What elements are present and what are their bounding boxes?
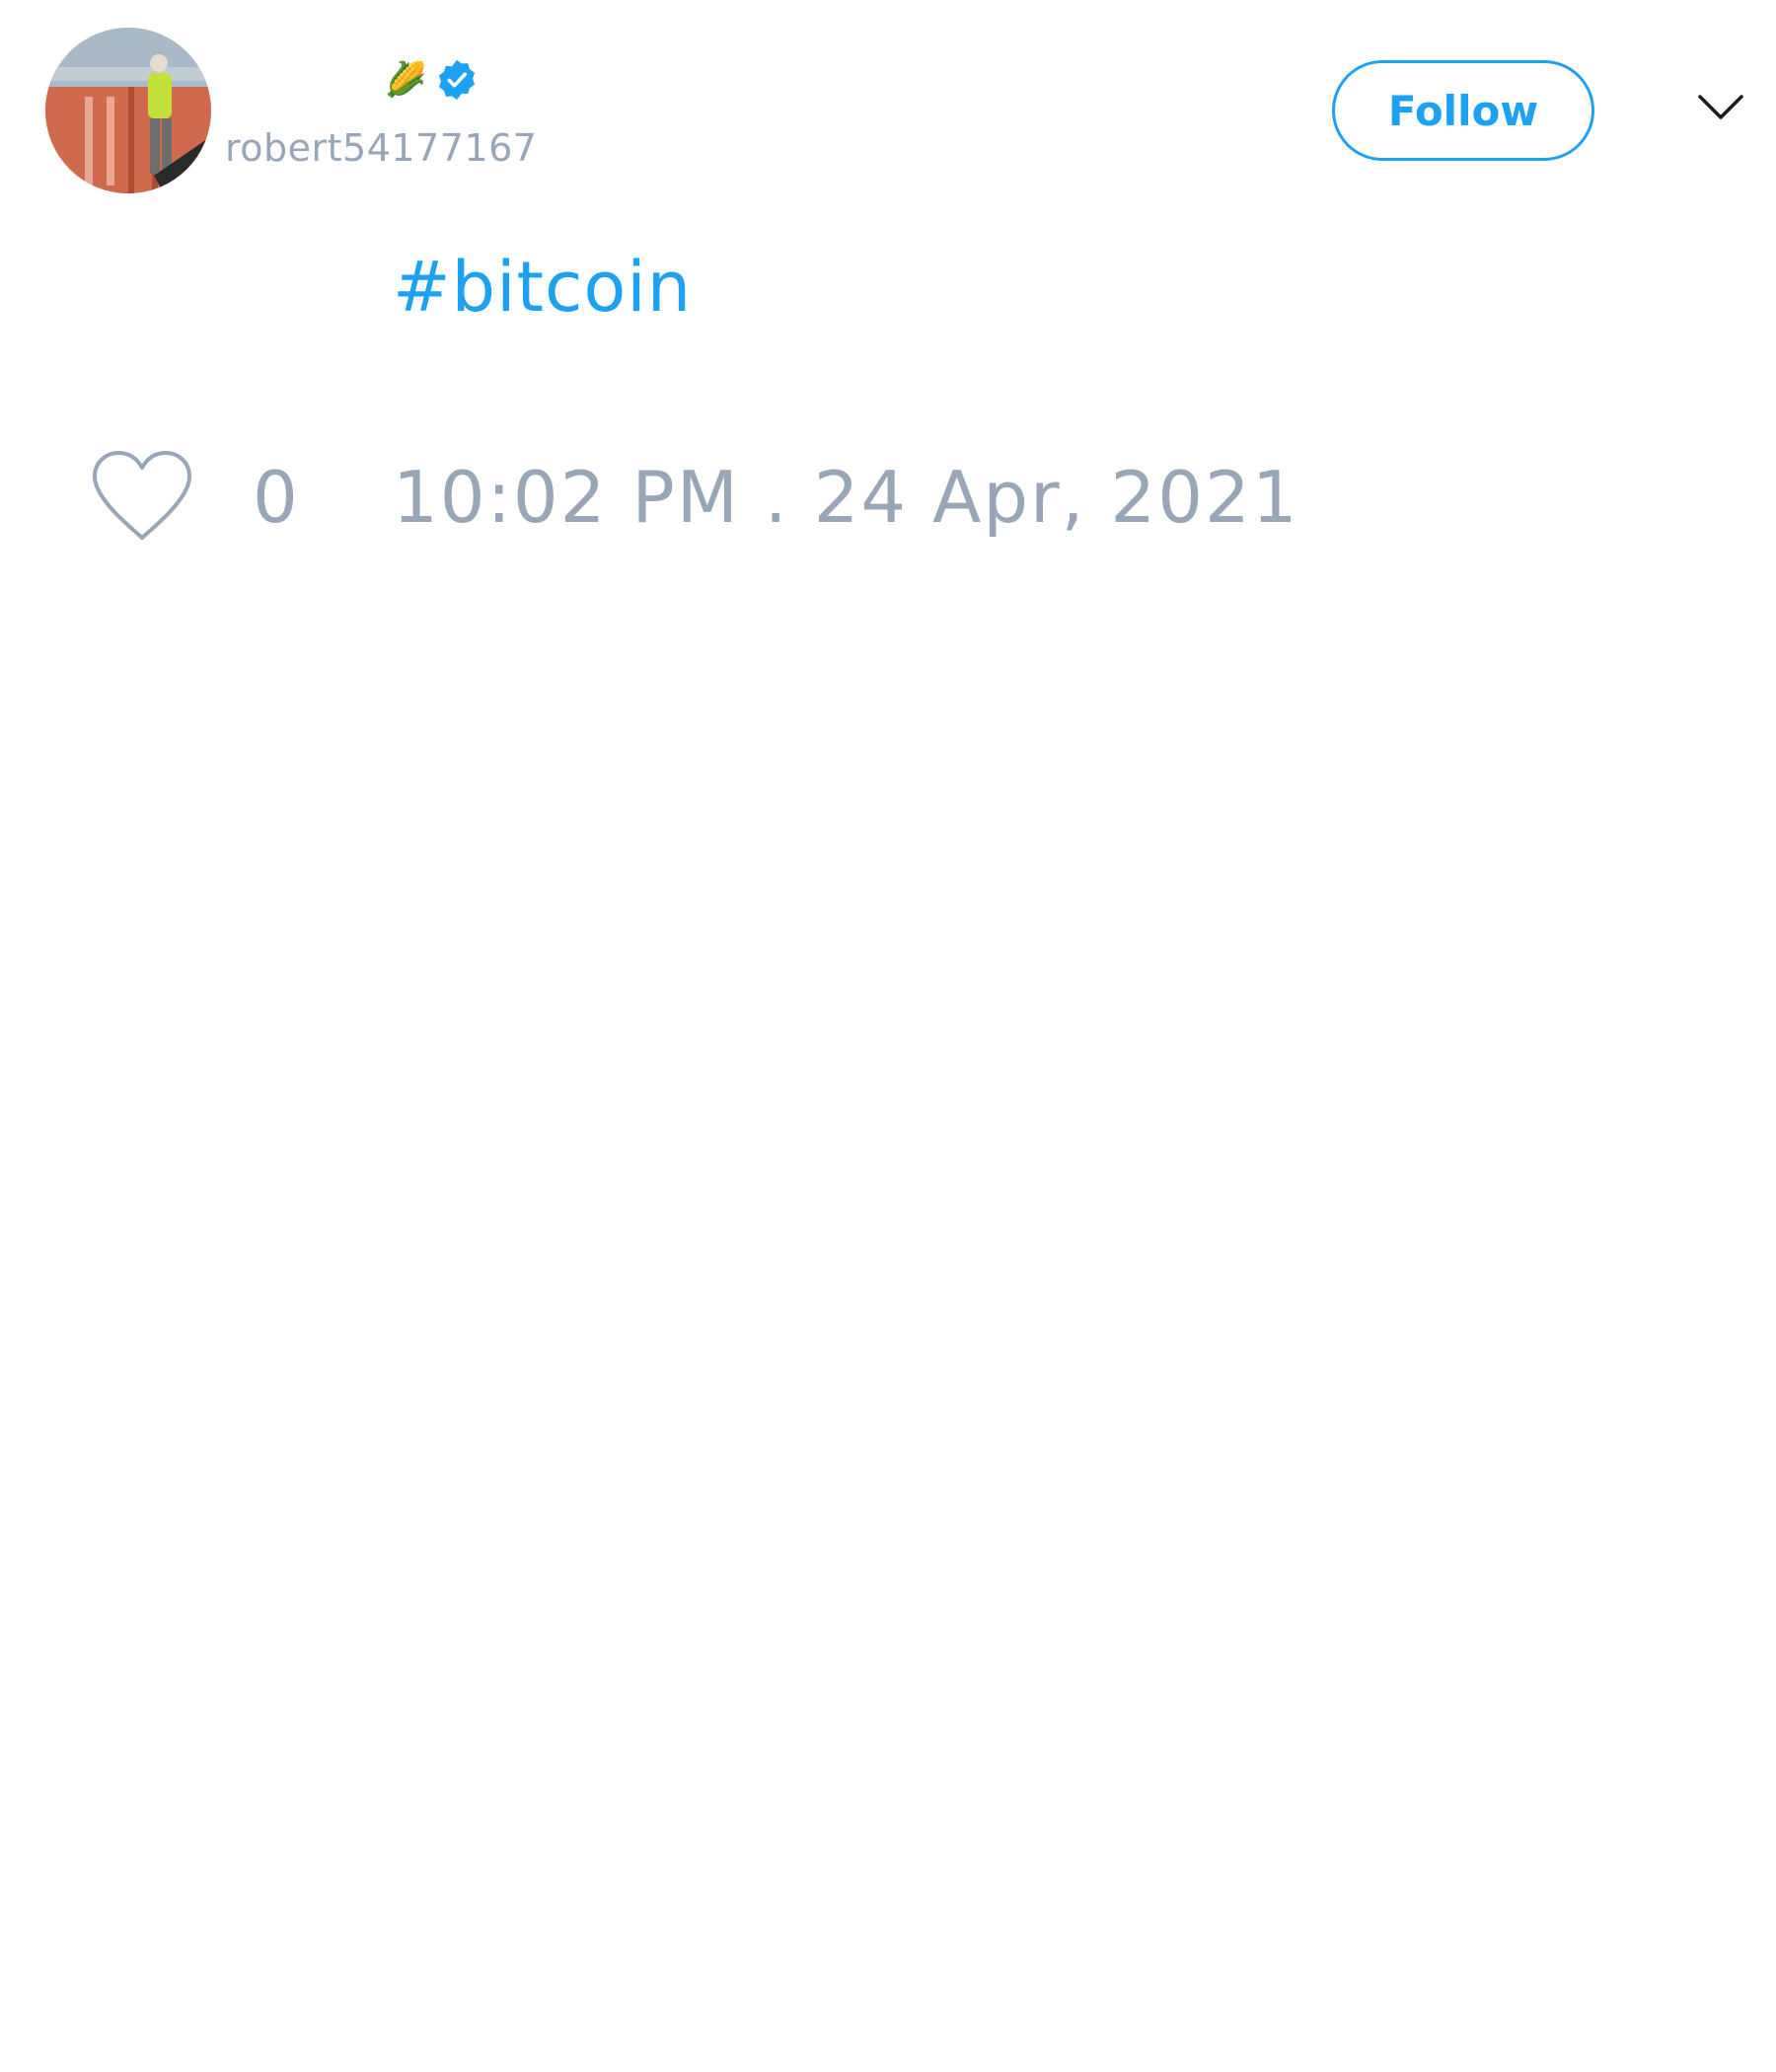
- tweet-timestamp[interactable]: 10:02 PM . 24 Apr, 2021: [393, 456, 1299, 539]
- user-handle[interactable]: robert54177167: [225, 126, 537, 170]
- display-name-row: 🌽: [385, 55, 480, 105]
- like-count: 0: [253, 456, 298, 539]
- hashtag-link[interactable]: #bitcoin: [393, 247, 692, 328]
- avatar[interactable]: [45, 28, 211, 193]
- verified-badge-icon: [439, 59, 476, 101]
- corn-icon: 🌽: [385, 60, 427, 100]
- follow-button[interactable]: Follow: [1332, 60, 1594, 161]
- chevron-down-icon[interactable]: [1697, 93, 1744, 122]
- avatar-image: [45, 28, 211, 193]
- heart-icon[interactable]: [89, 449, 195, 544]
